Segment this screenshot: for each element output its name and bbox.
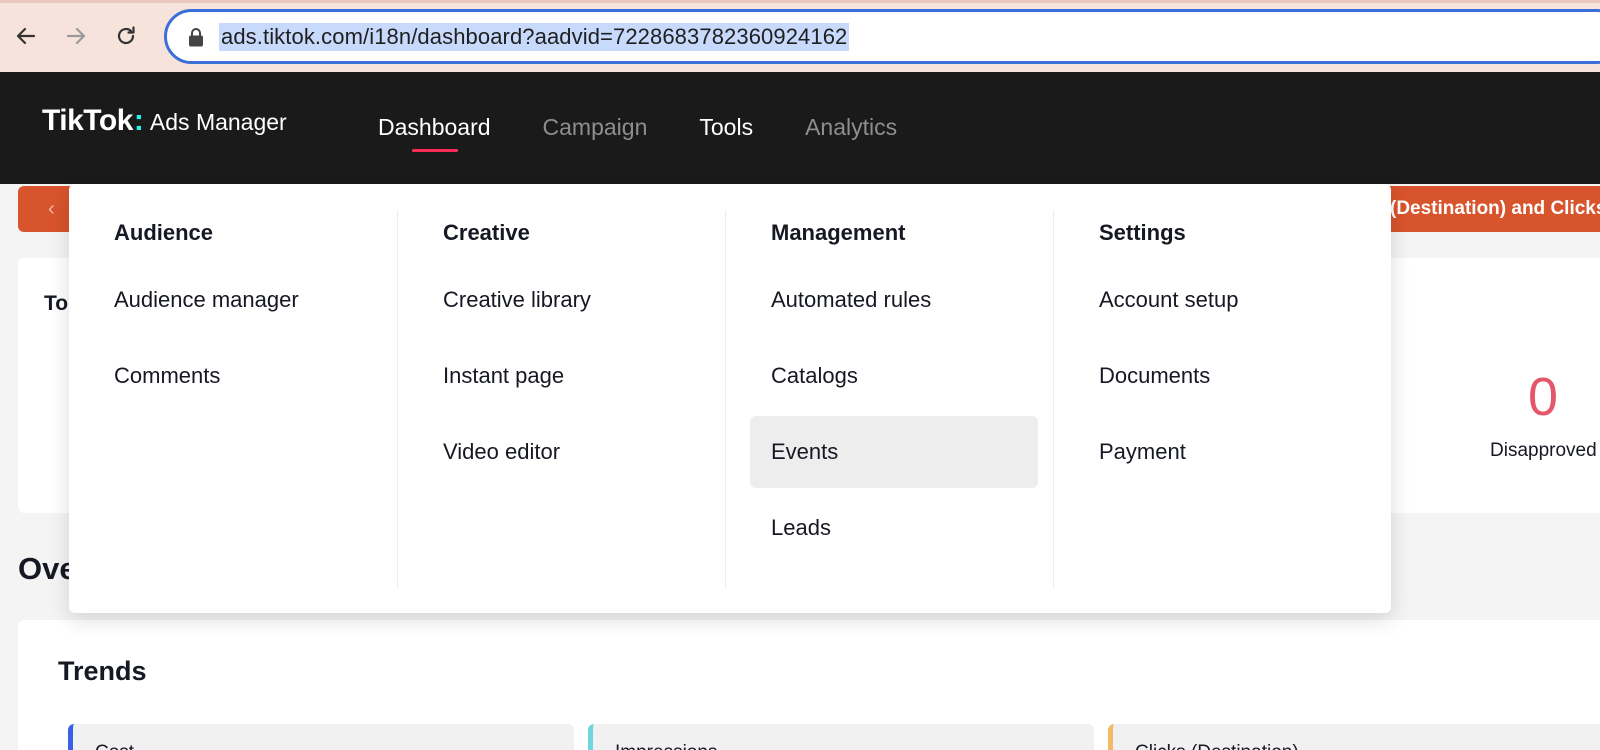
nav-campaign[interactable]: Campaign bbox=[543, 72, 648, 184]
nav-dashboard[interactable]: Dashboard bbox=[378, 72, 491, 184]
trends-heading: Trends bbox=[58, 656, 147, 686]
column-heading-creative: Creative bbox=[443, 220, 530, 245]
menu-item-leads[interactable]: Leads bbox=[750, 492, 1038, 564]
column-heading-settings: Settings bbox=[1099, 220, 1186, 245]
menu-item-instant-page[interactable]: Instant page bbox=[422, 340, 710, 412]
logo-colon: : bbox=[133, 104, 144, 137]
disapproved-label: Disapproved bbox=[1490, 440, 1597, 461]
reload-icon bbox=[117, 26, 135, 45]
nav-analytics[interactable]: Analytics bbox=[805, 72, 897, 184]
menu-item-documents[interactable]: Documents bbox=[1078, 340, 1366, 412]
menu-column-management: Management Automated rules Catalogs Even… bbox=[725, 210, 1053, 588]
top-navigation: Dashboard Campaign Tools Analytics bbox=[378, 72, 949, 184]
metric-tile-clicks-destination[interactable]: Clicks (Destination) bbox=[1108, 724, 1600, 750]
menu-item-audience-manager[interactable]: Audience manager bbox=[93, 264, 381, 336]
tab-strip bbox=[0, 0, 1600, 3]
metric-label: Clicks (Destination) bbox=[1135, 742, 1299, 750]
metric-label: Cost bbox=[95, 742, 134, 750]
browser-toolbar: ads.tiktok.com/i18n/dashboard?aadvid=722… bbox=[0, 0, 1600, 72]
menu-item-automated-rules[interactable]: Automated rules bbox=[750, 264, 1038, 336]
trends-card: Trends Cost Impressions Clicks (Destinat… bbox=[18, 620, 1600, 750]
tools-dropdown-menu: Audience Audience manager Comments Creat… bbox=[69, 184, 1391, 613]
metric-tile-impressions[interactable]: Impressions bbox=[588, 724, 1094, 750]
banner-text: (Destination) and Clicks bbox=[1390, 198, 1600, 219]
metric-tile-cost[interactable]: Cost bbox=[68, 724, 574, 750]
menu-item-creative-library[interactable]: Creative library bbox=[422, 264, 710, 336]
logo-wordmark: TikTok bbox=[42, 104, 133, 137]
column-heading-audience: Audience bbox=[114, 220, 214, 245]
url-text[interactable]: ads.tiktok.com/i18n/dashboard?aadvid=722… bbox=[219, 23, 850, 51]
back-button[interactable] bbox=[10, 20, 42, 52]
metric-label: Impressions bbox=[615, 742, 717, 750]
overview-heading: Ove bbox=[18, 551, 77, 586]
disapproved-count[interactable]: 0 bbox=[1528, 366, 1558, 428]
address-bar[interactable]: ads.tiktok.com/i18n/dashboard?aadvid=722… bbox=[164, 9, 1600, 64]
menu-item-comments[interactable]: Comments bbox=[93, 340, 381, 412]
menu-item-events[interactable]: Events bbox=[750, 416, 1038, 488]
reload-button[interactable] bbox=[110, 20, 142, 52]
back-arrow-icon bbox=[16, 27, 36, 45]
logo-product-name: Ads Manager bbox=[149, 109, 287, 135]
menu-item-catalogs[interactable]: Catalogs bbox=[750, 340, 1038, 412]
column-heading-management: Management bbox=[771, 220, 906, 245]
menu-column-audience: Audience Audience manager Comments bbox=[69, 210, 397, 588]
forward-arrow-icon bbox=[66, 27, 86, 45]
tiktok-ads-manager-logo[interactable]: TikTok : Ads Manager bbox=[42, 104, 287, 138]
app-header: TikTok : Ads Manager Dashboard Campaign … bbox=[0, 72, 1600, 184]
forward-button[interactable] bbox=[60, 20, 92, 52]
nav-tools[interactable]: Tools bbox=[699, 72, 753, 184]
menu-item-video-editor[interactable]: Video editor bbox=[422, 416, 710, 488]
status-card-title: To bbox=[44, 292, 69, 315]
menu-item-payment[interactable]: Payment bbox=[1078, 416, 1366, 488]
banner-prev-chevron-icon[interactable]: ‹ bbox=[48, 198, 55, 221]
menu-column-creative: Creative Creative library Instant page V… bbox=[397, 210, 725, 588]
menu-column-settings: Settings Account setup Documents Payment bbox=[1053, 210, 1381, 588]
menu-item-account-setup[interactable]: Account setup bbox=[1078, 264, 1366, 336]
lock-icon bbox=[189, 28, 203, 47]
